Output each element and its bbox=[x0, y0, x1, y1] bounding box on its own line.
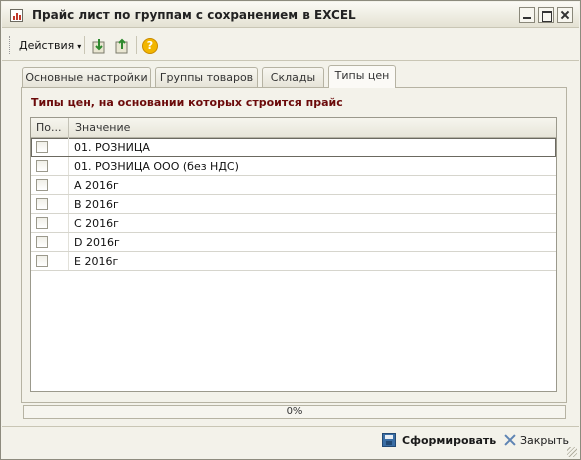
help-icon[interactable]: ? bbox=[142, 38, 158, 54]
chevron-down-icon: ▾ bbox=[77, 42, 82, 51]
resize-grip-icon[interactable] bbox=[567, 447, 577, 457]
price-type-name: A 2016г bbox=[74, 179, 119, 192]
table-row[interactable]: B 2016г bbox=[31, 195, 556, 214]
table-cell bbox=[31, 176, 69, 194]
column-header-value[interactable]: Значение bbox=[70, 118, 130, 138]
column-header-use[interactable]: По... bbox=[31, 118, 69, 138]
row-checkbox[interactable] bbox=[36, 179, 48, 191]
minimize-icon[interactable] bbox=[519, 7, 535, 23]
row-checkbox[interactable] bbox=[36, 236, 48, 248]
price-type-name: C 2016г bbox=[74, 217, 119, 230]
table-cell bbox=[31, 157, 69, 175]
close-icon[interactable] bbox=[557, 7, 573, 23]
toolbar-grip bbox=[9, 36, 11, 54]
row-checkbox[interactable] bbox=[36, 255, 48, 267]
price-type-name: E 2016г bbox=[74, 255, 119, 268]
row-checkbox[interactable] bbox=[36, 217, 48, 229]
table-row[interactable]: 01. РОЗНИЦА ООО (без НДС) bbox=[31, 157, 556, 176]
title-bar[interactable]: Прайс лист по группам с сохранением в EX… bbox=[2, 2, 579, 28]
actions-menu[interactable]: Действия ▾ bbox=[19, 39, 81, 52]
row-checkbox[interactable] bbox=[36, 160, 48, 172]
table-row[interactable]: A 2016г bbox=[31, 176, 556, 195]
spreadsheet-icon bbox=[10, 9, 23, 22]
tab-label: Склады bbox=[270, 71, 316, 84]
price-types-table[interactable]: По... Значение 01. РОЗНИЦА 01. РОЗНИЦА О… bbox=[30, 117, 557, 392]
tab-label: Основные настройки bbox=[25, 71, 148, 84]
toolbar-separator bbox=[84, 36, 85, 54]
window-title: Прайс лист по группам с сохранением в EX… bbox=[32, 8, 356, 22]
tab-product-groups[interactable]: Группы товаров bbox=[155, 67, 258, 87]
generate-button-label: Сформировать bbox=[402, 434, 497, 447]
actions-menu-label: Действия bbox=[19, 39, 75, 52]
price-type-name: B 2016г bbox=[74, 198, 119, 211]
price-type-name: D 2016г bbox=[74, 236, 120, 249]
table-cell bbox=[31, 214, 69, 232]
tab-warehouses[interactable]: Склады bbox=[262, 67, 324, 87]
table-cell bbox=[31, 195, 69, 213]
table-cell bbox=[31, 252, 69, 270]
table-row[interactable]: 01. РОЗНИЦА bbox=[31, 138, 556, 157]
close-x-icon bbox=[504, 434, 516, 446]
row-checkbox[interactable] bbox=[36, 198, 48, 210]
tab-price-types[interactable]: Типы цен bbox=[328, 65, 396, 88]
table-row[interactable]: E 2016г bbox=[31, 252, 556, 271]
price-type-name: 01. РОЗНИЦА bbox=[74, 141, 150, 154]
footer-divider bbox=[2, 426, 579, 427]
table-header: По... Значение bbox=[31, 118, 556, 138]
tab-label: Типы цен bbox=[334, 69, 390, 82]
table-cell bbox=[31, 233, 69, 251]
price-type-name: 01. РОЗНИЦА ООО (без НДС) bbox=[74, 160, 239, 173]
load-settings-icon[interactable] bbox=[90, 37, 108, 55]
toolbar-separator bbox=[136, 36, 137, 54]
price-list-window: Прайс лист по группам с сохранением в EX… bbox=[0, 0, 581, 460]
maximize-icon[interactable] bbox=[538, 7, 554, 23]
toolbar: Действия ▾ ? bbox=[2, 29, 579, 61]
progress-bar: 0% bbox=[23, 405, 566, 419]
table-cell bbox=[31, 138, 69, 156]
table-row[interactable]: D 2016г bbox=[31, 233, 556, 252]
tab-label: Группы товаров bbox=[159, 71, 254, 84]
close-button-label: Закрыть bbox=[520, 434, 569, 447]
save-settings-icon[interactable] bbox=[113, 37, 131, 55]
row-checkbox[interactable] bbox=[36, 141, 48, 153]
price-types-heading: Типы цен, на основании которых строится … bbox=[31, 96, 343, 109]
floppy-disk-icon bbox=[382, 433, 396, 447]
progress-label: 0% bbox=[286, 406, 303, 417]
table-row[interactable]: C 2016г bbox=[31, 214, 556, 233]
tab-main-settings[interactable]: Основные настройки bbox=[22, 67, 151, 87]
